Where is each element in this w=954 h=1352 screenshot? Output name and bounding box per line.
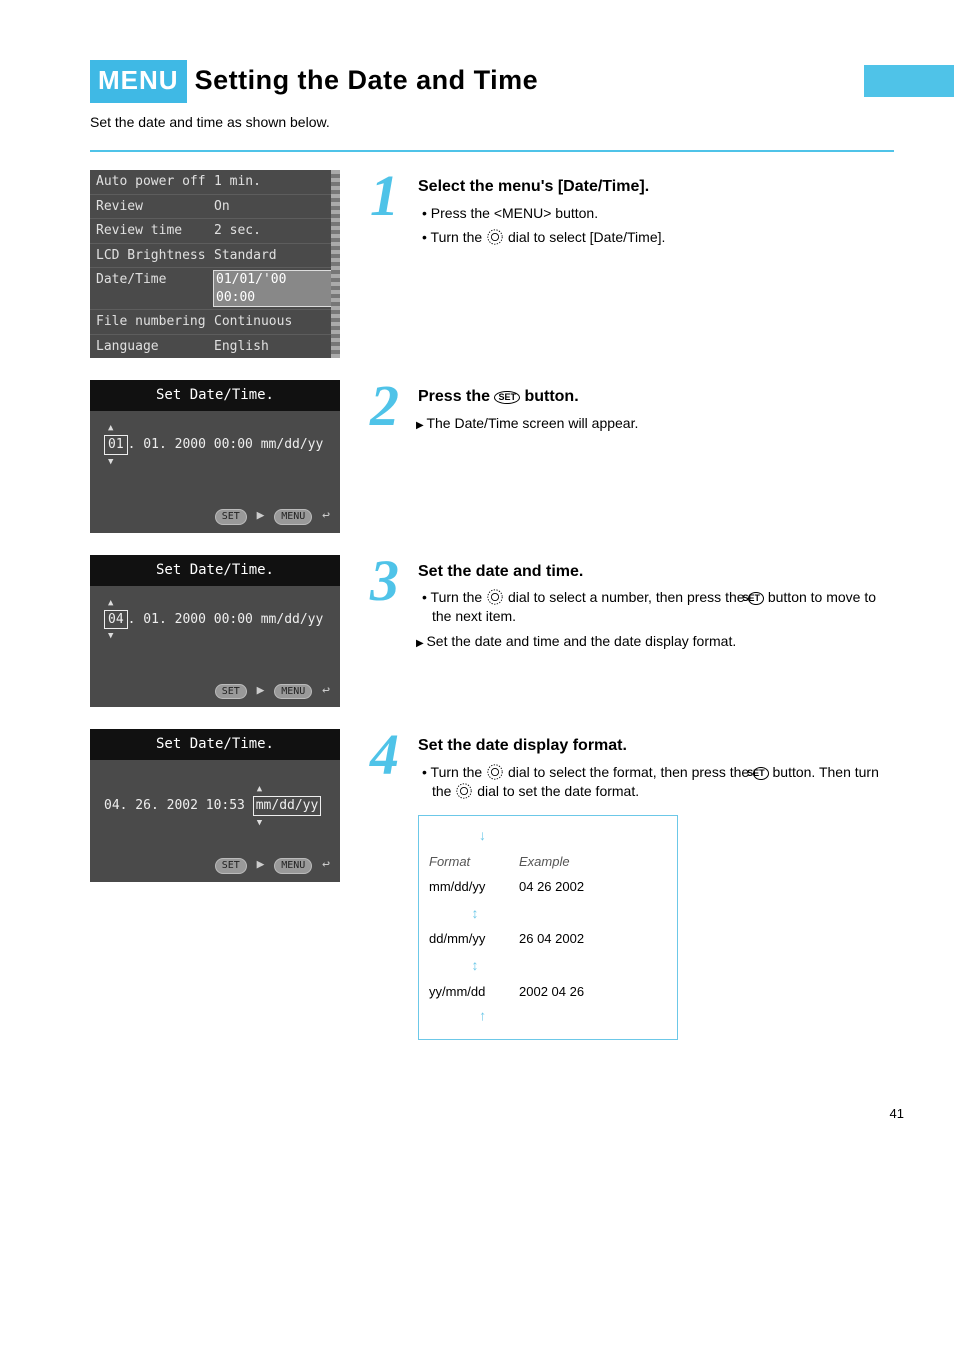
format-value: yy/mm/dd — [429, 983, 519, 1001]
example-heading: Example — [519, 853, 667, 871]
arrow-icon: ▶ — [257, 508, 265, 523]
return-icon: ↩ — [322, 857, 330, 872]
text-fragment: Turn the — [431, 229, 487, 245]
value-box: 01 — [104, 435, 128, 455]
return-icon: ↩ — [322, 683, 330, 698]
format-value: dd/mm/yy — [429, 930, 519, 948]
step-number-4: 4 — [370, 729, 412, 1040]
page-number: 41 — [890, 1105, 904, 1123]
set-button-icon: SET — [494, 391, 520, 404]
menu-item-label: Review — [96, 198, 214, 216]
menu-item-label: Review time — [96, 222, 214, 240]
menu-item-value: 1 min. — [214, 173, 261, 191]
down-arrow-icon: ↓ — [479, 826, 667, 845]
step-3-sub: Turn the dial to select a number, then p… — [432, 588, 894, 626]
up-arrow-icon: ↓ — [479, 1008, 486, 1027]
screen-title: Set Date/Time. — [90, 380, 340, 411]
text-fragment: dial to select the format, then press th… — [508, 764, 753, 780]
menu-item-label: Date/Time — [96, 271, 214, 306]
step-number-2: 2 — [370, 380, 412, 432]
text-fragment: dial to set the date format. — [477, 783, 639, 799]
value-rest: . 01. 2000 00:00 mm/dd/yy — [128, 437, 324, 452]
format-box: ↓ FormatExample mm/dd/yy04 26 2002 ↕ dd/… — [418, 815, 678, 1041]
menu-screenshot: Auto power off1 min. ReviewOn Review tim… — [90, 170, 340, 358]
step-3-title: Set the date and time. — [418, 561, 894, 583]
menu-item-value: Standard — [214, 247, 277, 265]
divider — [90, 150, 894, 152]
step-2-result: The Date/Time screen will appear. — [426, 414, 894, 433]
format-value: mm/dd/yy — [429, 878, 519, 896]
page-title: MENU Setting the Date and Time — [90, 60, 894, 103]
text-fragment: Turn the — [431, 589, 487, 605]
set-pill: SET — [215, 858, 247, 874]
format-heading: Format — [429, 853, 519, 871]
screen-title: Set Date/Time. — [90, 729, 340, 760]
menu-item-label: Language — [96, 338, 214, 356]
value-box: mm/dd/yy — [253, 796, 322, 816]
dial-icon — [486, 228, 504, 246]
value-rest: . 01. 2000 00:00 mm/dd/yy — [128, 612, 324, 627]
menu-item-value: 2 sec. — [214, 222, 261, 240]
step-2-title: Press the SET button. — [418, 386, 894, 408]
menu-item-value: On — [214, 198, 230, 216]
return-icon: ↩ — [322, 508, 330, 523]
value-plain: 04. 26. 2002 10:53 — [104, 798, 253, 813]
set-button-icon: SET — [753, 767, 769, 780]
step-4-title: Set the date display format. — [418, 735, 894, 757]
updown-icon: ↕ — [469, 956, 481, 975]
menu-item-value: Continuous — [214, 313, 292, 331]
dial-icon — [486, 588, 504, 606]
text-fragment: button. — [524, 388, 578, 405]
screen-title: Set Date/Time. — [90, 555, 340, 586]
text-fragment: dial to select a number, then press the — [508, 589, 748, 605]
value-box: 04 — [104, 610, 128, 630]
step-4-sub: Turn the dial to select the format, then… — [432, 763, 894, 801]
menu-item-label: File numbering — [96, 313, 214, 331]
set-pill: SET — [215, 684, 247, 700]
menu-pill: MENU — [274, 858, 312, 874]
menu-pill: MENU — [274, 684, 312, 700]
menu-item-selected: 01/01/'00 00:00 — [214, 271, 334, 306]
example-value: 04 26 2002 — [519, 878, 667, 896]
text-fragment: Press the — [418, 388, 494, 405]
dial-icon — [486, 763, 504, 781]
example-value: 2002 04 26 — [519, 983, 667, 1001]
arrow-icon: ▶ — [257, 683, 265, 698]
text-fragment: dial to select [Date/Time]. — [508, 229, 665, 245]
intro-text: Set the date and time as shown below. — [90, 113, 894, 132]
menu-item-label: Auto power off — [96, 173, 214, 191]
menu-pill: MENU — [274, 509, 312, 525]
menu-badge: MENU — [90, 60, 187, 103]
step-1-sub-b: Turn the dial to select [Date/Time]. — [432, 228, 894, 247]
step-number-3: 3 — [370, 555, 412, 651]
setdate-screenshot-3: Set Date/Time. 04. 26. 2002 10:53 mm/dd/… — [90, 729, 340, 881]
section-tab — [864, 65, 954, 97]
setdate-screenshot-2: Set Date/Time. 04. 01. 2000 00:00 mm/dd/… — [90, 555, 340, 707]
step-number-1: 1 — [370, 170, 412, 247]
menu-item-value: English — [214, 338, 269, 356]
arrow-icon: ▶ — [257, 857, 265, 872]
text-fragment: Turn the — [431, 764, 487, 780]
step-1-sub-a: Press the <MENU> button. — [432, 204, 894, 223]
step-1-title: Select the menu's [Date/Time]. — [418, 176, 894, 198]
menu-item-label: LCD Brightness — [96, 247, 214, 265]
set-pill: SET — [215, 509, 247, 525]
dial-icon — [455, 782, 473, 800]
title-text: Setting the Date and Time — [195, 65, 539, 95]
set-button-icon: SET — [748, 592, 764, 605]
example-value: 26 04 2002 — [519, 930, 667, 948]
step-3-result: Set the date and time and the date displ… — [426, 632, 894, 651]
updown-icon: ↕ — [469, 904, 481, 923]
setdate-screenshot-1: Set Date/Time. 01. 01. 2000 00:00 mm/dd/… — [90, 380, 340, 532]
